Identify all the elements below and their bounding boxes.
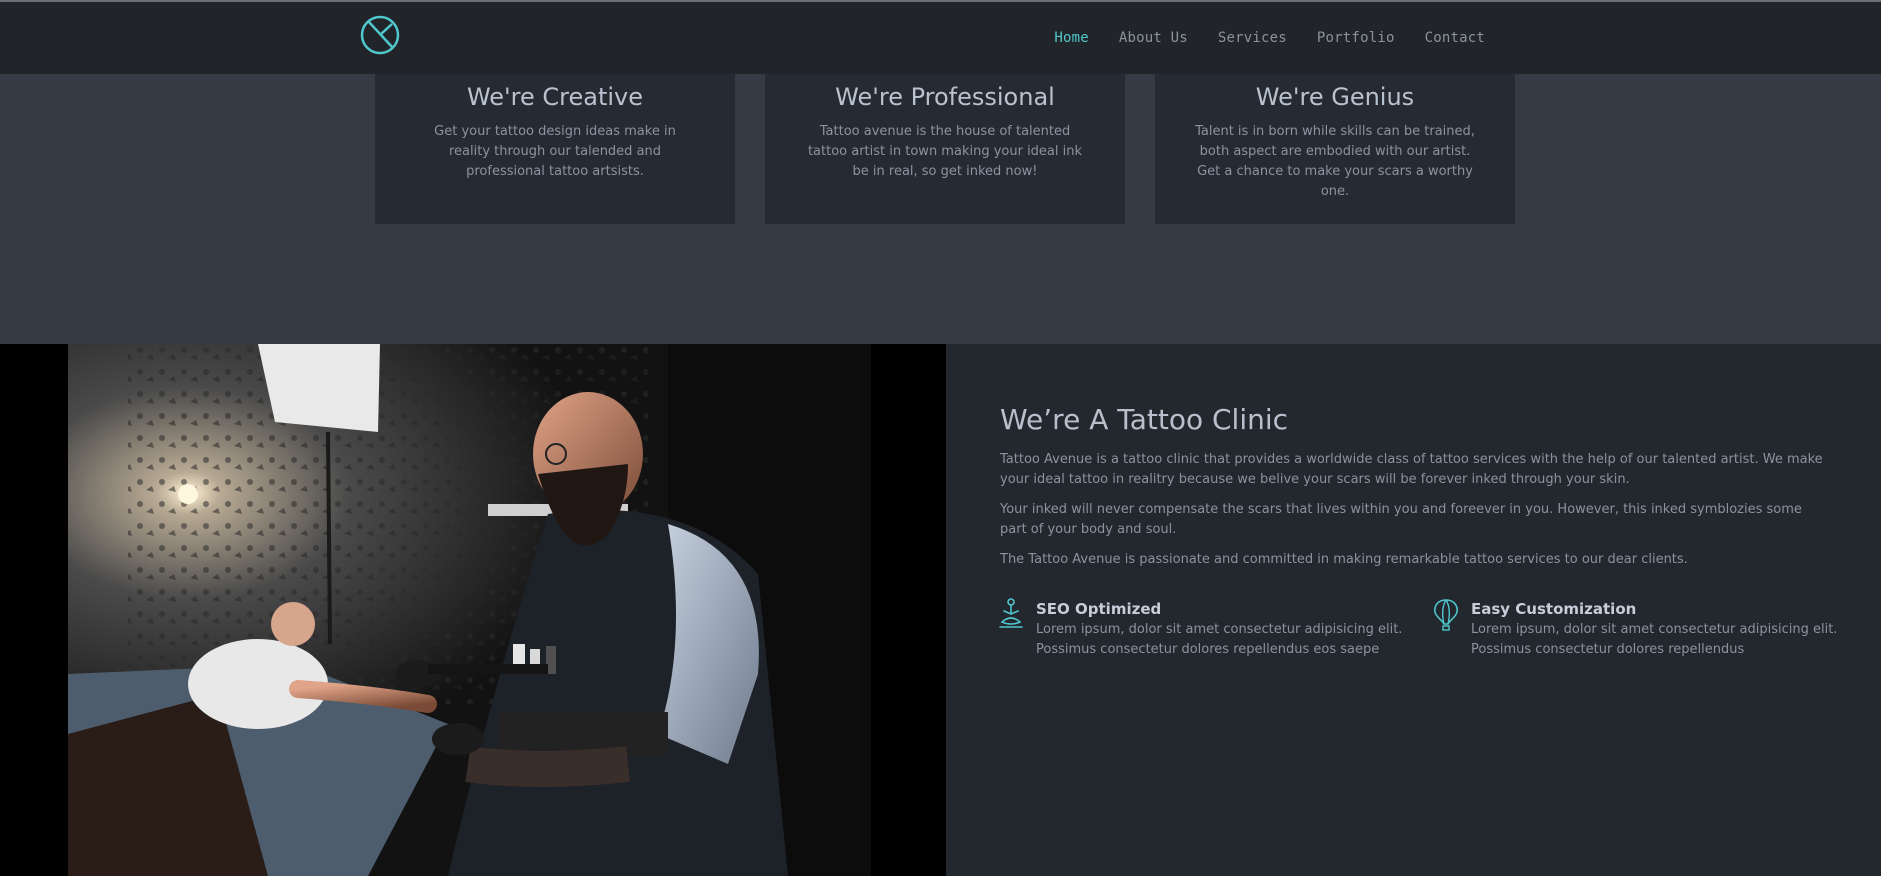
feature-cards-section: We're Creative Get your tattoo design id… <box>0 74 1881 344</box>
about-paragraph: The Tattoo Avenue is passionate and comm… <box>1000 552 1688 567</box>
meditation-icon <box>999 598 1023 628</box>
clinic-section: We’re A Tattoo Clinic Tattoo Avenue is a… <box>0 344 1881 876</box>
feature-title: SEO Optimized <box>1036 600 1162 618</box>
hot-air-balloon-icon <box>1434 599 1458 631</box>
about-paragraph: Tattoo Avenue is a tattoo clinic that pr… <box>1000 452 1823 487</box>
card-text: Tattoo avenue is the house of talented t… <box>807 124 1083 179</box>
nav-services[interactable]: Services <box>1218 30 1287 46</box>
main-nav: Home About Us Services Portfolio Contact <box>1024 30 1485 46</box>
card-title: We're Creative <box>466 83 644 111</box>
card-genius: We're Genius Talent is in born while ski… <box>1155 74 1515 224</box>
navbar: Home About Us Services Portfolio Contact <box>0 0 1881 74</box>
card-creative: We're Creative Get your tattoo design id… <box>375 74 735 224</box>
card-professional: We're Professional Tattoo avenue is the … <box>765 74 1125 224</box>
feature-text: Lorem ipsum, dolor sit amet consectetur … <box>1471 622 1838 657</box>
nav-about-us[interactable]: About Us <box>1119 30 1188 46</box>
about-block: We’re A Tattoo Clinic Tattoo Avenue is a… <box>1000 400 1830 570</box>
card-text: Get your tattoo design ideas make in rea… <box>434 124 676 179</box>
card-title: We're Professional <box>835 83 1055 111</box>
card-title: We're Genius <box>1255 83 1415 111</box>
nav-portfolio[interactable]: Portfolio <box>1317 30 1395 46</box>
nav-contact[interactable]: Contact <box>1425 30 1485 46</box>
about-paragraph: Your inked will never compensate the sca… <box>1000 502 1802 537</box>
feature-text: Lorem ipsum, dolor sit amet consectetur … <box>1036 622 1403 657</box>
nav-home[interactable]: Home <box>1054 30 1089 46</box>
tattoo-artist-photo <box>68 344 871 876</box>
card-text: Talent is in born while skills can be tr… <box>1195 124 1475 199</box>
features-row: SEO Optimized Lorem ipsum, dolor sit ame… <box>998 598 1848 678</box>
logo-icon[interactable] <box>359 14 401 56</box>
about-title: We’re A Tattoo Clinic <box>1000 403 1289 436</box>
feature-title: Easy Customization <box>1471 600 1637 618</box>
photo-frame <box>0 344 946 876</box>
